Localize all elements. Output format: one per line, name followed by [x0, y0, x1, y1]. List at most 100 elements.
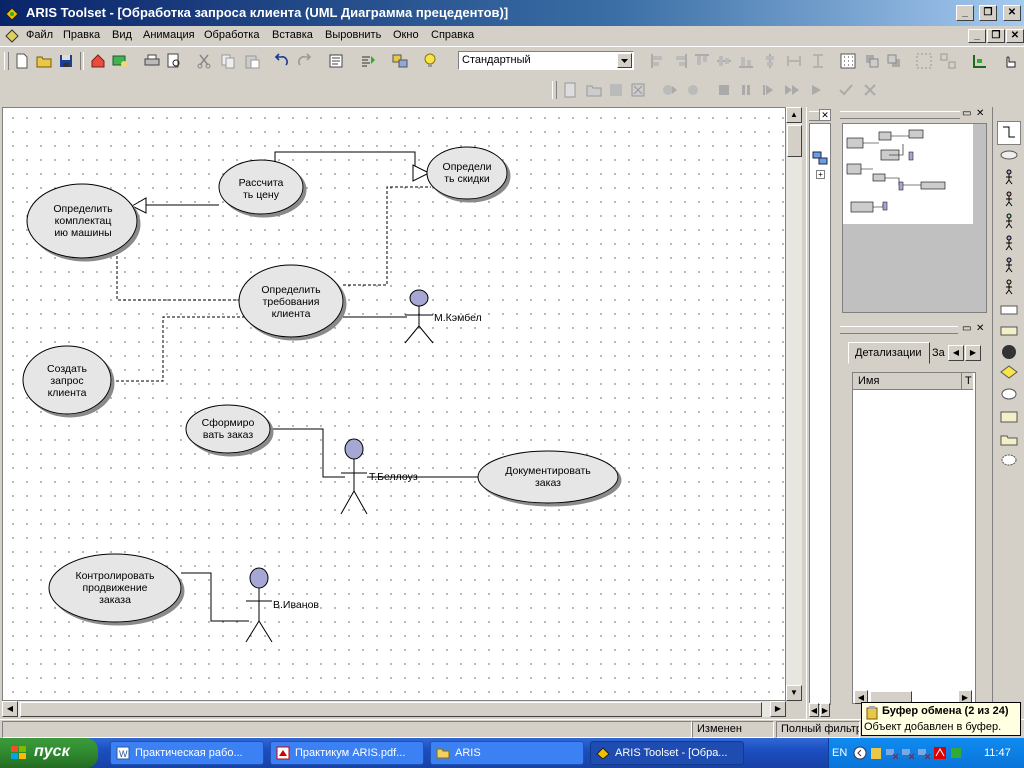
actor-symbol-icon-3[interactable] [999, 213, 1019, 229]
menu-align[interactable]: Выровнить [325, 29, 381, 41]
panel-close-icon[interactable]: ✕ [976, 323, 984, 334]
lightbulb-icon[interactable] [422, 53, 438, 69]
toolbar-grip[interactable] [4, 52, 9, 70]
tray-network-icon[interactable] [885, 746, 899, 760]
task-word-document[interactable]: W Практическая рабо... [110, 741, 264, 765]
column-name-header[interactable]: Имя [858, 375, 879, 387]
start-button[interactable]: пуск [0, 738, 98, 768]
close-button[interactable]: ✕ [1003, 5, 1021, 21]
menu-edit[interactable]: Правка [63, 29, 100, 41]
tab-scroll-left-icon[interactable]: ◀ [948, 345, 964, 361]
grid-icon[interactable] [840, 53, 856, 69]
horizontal-scroll-thumb[interactable] [20, 702, 762, 717]
simulate-save-icon[interactable] [608, 82, 624, 98]
vertical-scrollbar[interactable]: ▲ ▼ [786, 107, 802, 701]
overview-viewport[interactable] [842, 123, 987, 313]
panel-restore-icon[interactable]: ▭ [962, 323, 971, 334]
toolbar-grip-2[interactable] [552, 81, 557, 99]
same-width-icon[interactable] [786, 53, 802, 69]
scroll-up-icon[interactable]: ▲ [786, 107, 802, 123]
step-forward-icon[interactable] [760, 82, 776, 98]
animation-record-icon[interactable] [686, 82, 702, 98]
simulate-new-icon[interactable] [562, 82, 578, 98]
tab-scroll-right-icon[interactable]: ▶ [965, 345, 981, 361]
scroll-left-icon[interactable]: ◀ [2, 701, 18, 717]
actor-figure-kembel[interactable] [404, 289, 434, 344]
task-pdf-document[interactable]: Практикум ARIS.pdf... [270, 741, 424, 765]
align-middle-icon[interactable] [716, 53, 732, 69]
dashed-oval-icon[interactable] [999, 453, 1019, 467]
menu-file[interactable]: Файл [26, 29, 53, 41]
task-aris-folder[interactable]: ARIS [430, 741, 584, 765]
panel-close-icon[interactable]: ✕ [976, 108, 984, 119]
tray-app-icon[interactable] [949, 746, 963, 760]
panel-grip[interactable] [840, 111, 960, 119]
pointer-hand-icon[interactable] [1002, 53, 1018, 69]
association-line-bellous-form[interactable] [269, 428, 345, 478]
generalization-line-price-discounts[interactable] [274, 151, 416, 174]
menu-window[interactable]: Окно [393, 29, 419, 41]
print-icon[interactable] [144, 53, 160, 69]
model-assign-icon[interactable] [392, 53, 408, 69]
tab-other[interactable]: За [930, 344, 948, 362]
include-line-req-create[interactable] [114, 316, 245, 382]
network-icon[interactable] [812, 150, 828, 166]
oval-symbol-icon[interactable] [999, 387, 1019, 401]
tray-network-icon-2[interactable] [901, 746, 915, 760]
chevron-down-icon[interactable] [617, 53, 632, 68]
same-height-icon[interactable] [810, 53, 826, 69]
tray-back-icon[interactable] [853, 746, 867, 760]
simulate-open-icon[interactable] [586, 82, 602, 98]
explorer-tree[interactable]: + [809, 123, 831, 705]
center-vertical-icon[interactable] [762, 53, 778, 69]
redo-icon[interactable] [296, 53, 312, 69]
ellipse-symbol-icon[interactable] [999, 147, 1019, 163]
bring-front-icon[interactable] [864, 53, 880, 69]
play-icon[interactable] [808, 82, 824, 98]
tray-antivirus-icon[interactable] [933, 746, 947, 760]
scroll-right-icon[interactable]: ▶ [770, 701, 786, 717]
cut-icon[interactable] [196, 53, 212, 69]
filled-circle-icon[interactable] [999, 343, 1019, 361]
align-bottom-icon[interactable] [738, 53, 754, 69]
align-left-icon[interactable] [650, 53, 666, 69]
doc-minimize-button[interactable]: _ [968, 29, 986, 43]
print-preview-icon[interactable] [166, 53, 182, 69]
include-line-req-discounts[interactable] [343, 186, 431, 286]
explorer-scroll-right-icon[interactable]: ▶ [820, 703, 830, 717]
tray-clipboard-icon[interactable] [869, 746, 883, 760]
align-right-icon[interactable] [672, 53, 688, 69]
restore-button[interactable]: ❐ [979, 5, 997, 21]
stop-icon[interactable] [716, 82, 732, 98]
animation-step-icon[interactable] [662, 82, 678, 98]
ungroup-icon[interactable] [940, 53, 956, 69]
actor-symbol-icon-5[interactable] [999, 257, 1019, 273]
group-icon[interactable] [916, 53, 932, 69]
folder-symbol-icon[interactable] [999, 431, 1019, 447]
layout-icon[interactable] [972, 53, 988, 69]
explorer-icon[interactable] [112, 53, 128, 69]
package-symbol-icon[interactable] [999, 323, 1019, 337]
menu-insert[interactable]: Вставка [272, 29, 313, 41]
doc-close-button[interactable]: ✕ [1006, 29, 1024, 43]
house-icon[interactable] [90, 53, 106, 69]
tab-details[interactable]: Детализации [848, 342, 930, 364]
menu-help[interactable]: Справка [431, 29, 474, 41]
pause-icon[interactable] [738, 82, 754, 98]
doc-restore-button[interactable]: ❐ [987, 29, 1005, 43]
align-top-icon[interactable] [694, 53, 710, 69]
fast-forward-icon[interactable] [784, 82, 800, 98]
minimize-button[interactable]: _ [956, 5, 974, 21]
note-symbol-icon[interactable] [999, 409, 1019, 425]
style-select[interactable]: Стандартный [458, 51, 634, 70]
connector-tool-icon[interactable] [997, 121, 1021, 145]
panel-grip[interactable] [840, 326, 958, 334]
simulate-close-icon[interactable] [630, 82, 646, 98]
copy-icon[interactable] [220, 53, 236, 69]
actor-figure-ivanov[interactable] [245, 567, 273, 643]
new-document-icon[interactable] [14, 53, 30, 69]
actor-symbol-icon-6[interactable] [999, 279, 1019, 295]
rectangle-symbol-icon[interactable] [999, 303, 1019, 317]
save-icon[interactable] [58, 53, 74, 69]
menu-view[interactable]: Вид [112, 29, 132, 41]
